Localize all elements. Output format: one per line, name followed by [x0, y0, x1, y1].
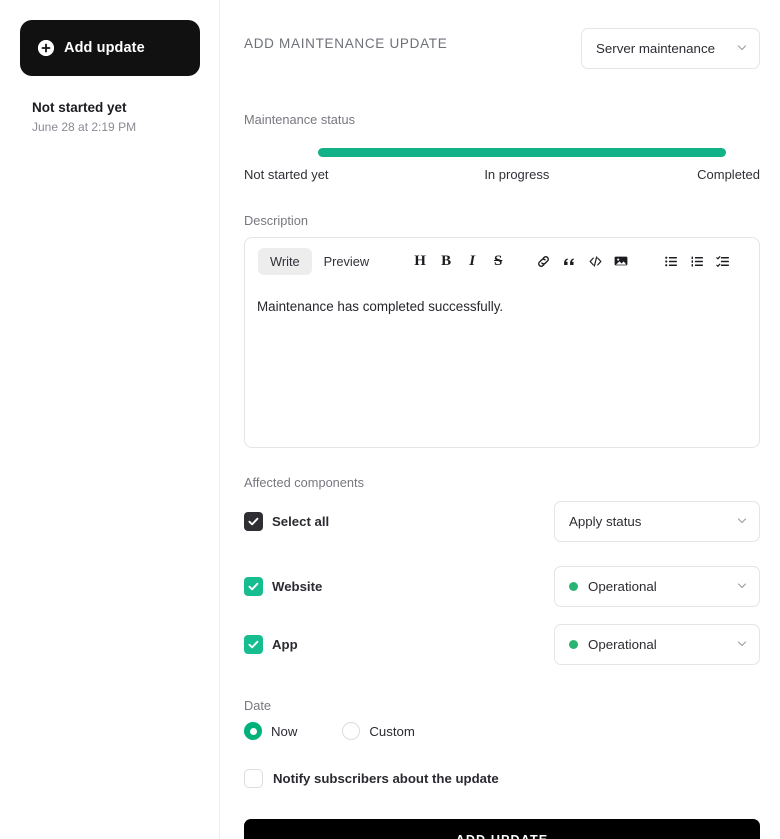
component-status-select-website[interactable]: Operational [554, 566, 760, 607]
description-input[interactable]: Maintenance has completed successfully. [245, 284, 759, 447]
image-icon[interactable] [608, 248, 634, 274]
radio-now[interactable] [244, 722, 262, 740]
slider-step-completed[interactable]: Completed [697, 167, 760, 182]
affected-components-label: Affected components [244, 475, 364, 490]
tab-preview[interactable]: Preview [312, 248, 382, 275]
chevron-down-icon [736, 41, 748, 56]
chevron-down-icon [736, 579, 748, 594]
component-row-app: App Operational [244, 624, 760, 665]
component-status-value-app: Operational [588, 637, 657, 652]
maintenance-status-slider[interactable]: Not started yet In progress Completed [244, 148, 760, 182]
description-label: Description [244, 213, 309, 228]
component-row-website: Website Operational [244, 566, 760, 607]
chevron-down-icon [736, 637, 748, 652]
bold-icon[interactable]: B [433, 248, 459, 274]
date-label: Date [244, 698, 272, 713]
radio-custom[interactable] [342, 722, 361, 740]
component-status-value-website: Operational [588, 579, 657, 594]
select-all-checkbox[interactable] [244, 512, 263, 531]
add-maintenance-update-dialog: Add update Not started yet June 28 at 2:… [0, 0, 780, 839]
slider-step-in-progress[interactable]: In progress [484, 167, 549, 182]
slider-step-not-started[interactable]: Not started yet [244, 167, 329, 182]
task-list-icon[interactable] [710, 248, 736, 274]
notify-subscribers-row: Notify subscribers about the update [244, 769, 760, 788]
maintenance-type-value: Server maintenance [596, 41, 715, 56]
date-section: Date Now Custom Notify subscribers about… [244, 698, 760, 788]
italic-icon[interactable]: I [459, 248, 485, 274]
header: ADD MAINTENANCE UPDATE Server maintenanc… [244, 0, 760, 69]
description-section: Description Write Preview H B I S Mainte… [244, 213, 760, 448]
apply-status-value: Apply status [569, 514, 642, 529]
editor-toolbar: Write Preview H B I S [245, 238, 759, 284]
component-label-app: App [272, 637, 298, 652]
select-all-row: Select all Apply status [244, 501, 760, 542]
list-item[interactable]: Not started yet June 28 at 2:19 PM [32, 99, 199, 135]
radio-now-label: Now [271, 723, 298, 739]
heading-icon[interactable]: H [407, 248, 433, 274]
strikethrough-icon[interactable]: S [485, 248, 511, 274]
dialog-footer: ADD UPDATE CLOSE [244, 819, 760, 839]
page-title: ADD MAINTENANCE UPDATE [244, 36, 448, 51]
sidebar: Add update Not started yet June 28 at 2:… [0, 0, 220, 839]
blockquote-icon[interactable] [556, 248, 582, 274]
component-status-select-app[interactable]: Operational [554, 624, 760, 665]
slider-fill [318, 148, 726, 157]
add-update-submit-button[interactable]: ADD UPDATE [244, 819, 760, 839]
apply-status-select[interactable]: Apply status [554, 501, 760, 542]
code-icon[interactable] [582, 248, 608, 274]
status-dot-icon [569, 582, 578, 591]
timeline-item-title: Not started yet [32, 100, 127, 115]
bulleted-list-icon[interactable] [658, 248, 684, 274]
date-options: Now Custom [244, 722, 760, 740]
slider-step-labels: Not started yet In progress Completed [244, 167, 760, 182]
component-checkbox-website[interactable] [244, 577, 263, 596]
affected-components-section: Affected components Select all Apply sta… [244, 475, 760, 665]
add-update-button-label: Add update [64, 40, 145, 56]
maintenance-status-label: Maintenance status [244, 112, 355, 127]
update-timeline: Not started yet June 28 at 2:19 PM [20, 99, 199, 135]
maintenance-status-section: Maintenance status Not started yet In pr… [244, 112, 760, 182]
component-checkbox-app[interactable] [244, 635, 263, 654]
select-all-label: Select all [272, 514, 330, 529]
chevron-down-icon [736, 514, 748, 529]
notify-subscribers-checkbox[interactable] [244, 769, 263, 788]
timeline-item-timestamp: June 28 at 2:19 PM [32, 120, 137, 135]
add-update-button[interactable]: Add update [20, 20, 200, 76]
numbered-list-icon[interactable] [684, 248, 710, 274]
status-dot-icon [569, 640, 578, 649]
radio-custom-label: Custom [369, 723, 415, 739]
description-editor: Write Preview H B I S Maintenance has co… [244, 237, 760, 448]
maintenance-type-select[interactable]: Server maintenance [581, 28, 760, 69]
plus-circle-icon [38, 40, 54, 56]
tab-write[interactable]: Write [258, 247, 312, 275]
component-label-website: Website [272, 579, 323, 594]
slider-track[interactable] [318, 148, 726, 157]
main-content: ADD MAINTENANCE UPDATE Server maintenanc… [220, 0, 780, 839]
link-icon[interactable] [530, 248, 556, 274]
notify-subscribers-label: Notify subscribers about the update [273, 771, 499, 786]
